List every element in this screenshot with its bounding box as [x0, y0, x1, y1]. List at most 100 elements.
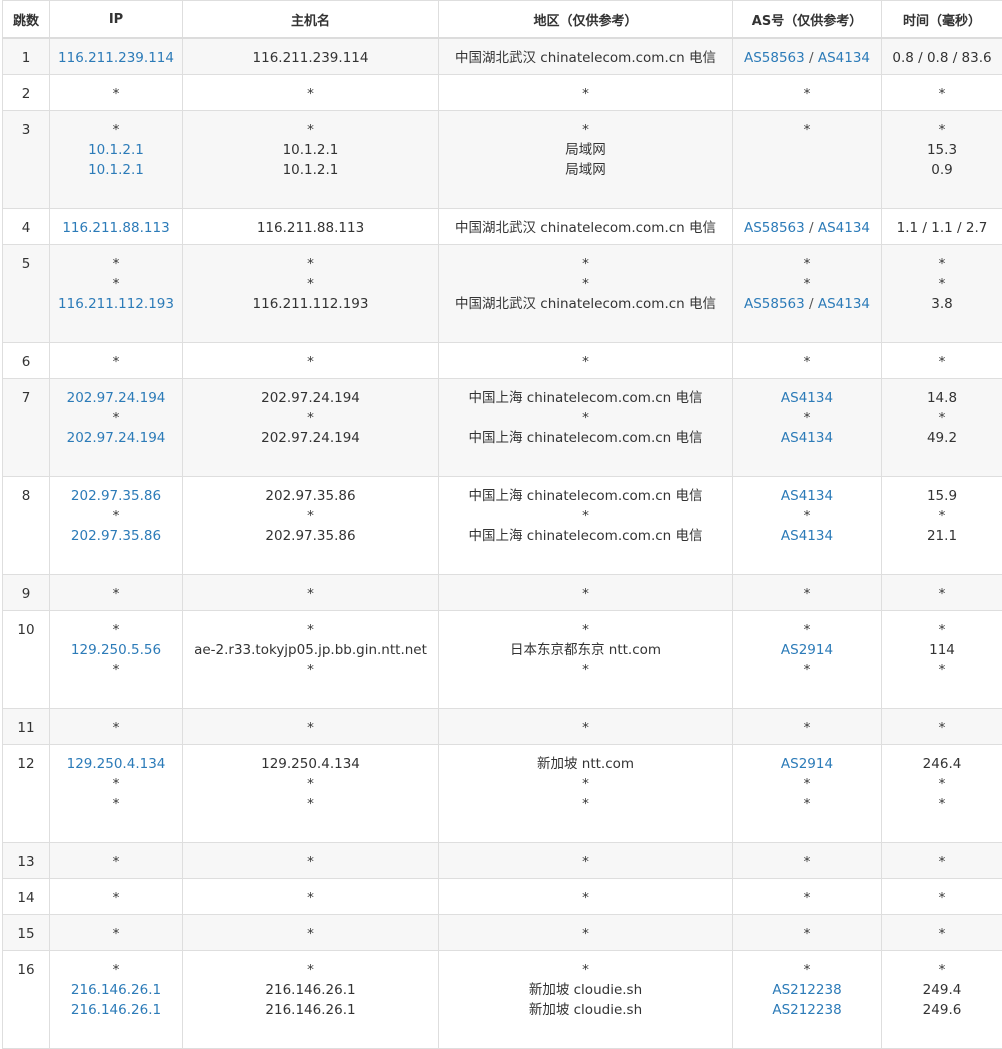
ip-link[interactable]: 216.146.26.1 — [50, 1000, 182, 1020]
asn-line: * — [733, 120, 881, 140]
time-cell: * — [882, 342, 1002, 378]
ip-link[interactable]: 129.250.4.134 — [50, 754, 182, 774]
region-cell: 中国上海 chinatelecom.com.cn 电信*中国上海 chinate… — [439, 378, 733, 476]
asn-link[interactable]: AS4134 — [818, 50, 870, 66]
ip-link[interactable]: 202.97.24.194 — [50, 388, 182, 408]
asn-text: * — [804, 354, 811, 370]
asn-link[interactable]: AS4134 — [781, 488, 833, 504]
asn-line: AS4134 — [733, 388, 881, 408]
table-row: 3*10.1.2.110.1.2.1*10.1.2.110.1.2.1*局域网局… — [3, 110, 1002, 208]
asn-link[interactable]: AS2914 — [781, 756, 833, 772]
asn-line: * — [733, 506, 881, 526]
hostname-cell: * — [183, 878, 439, 914]
asn-cell: AS4134 * AS4134 — [733, 476, 882, 574]
table-row: 5**116.211.112.193**116.211.112.193**中国湖… — [3, 244, 1002, 342]
asn-line: AS58563 / AS4134 — [733, 48, 881, 68]
table-row: 7202.97.24.194*202.97.24.194202.97.24.19… — [3, 378, 1002, 476]
time-value: 15.9 — [882, 486, 1002, 506]
asn-link[interactable]: AS4134 — [818, 296, 870, 312]
hostname: * — [183, 274, 438, 294]
asn-line: * — [733, 660, 881, 680]
ip-link[interactable]: 202.97.35.86 — [50, 486, 182, 506]
ip-address: * — [50, 584, 182, 604]
time-value: * — [882, 620, 1002, 640]
asn-text: * — [804, 854, 811, 870]
hostname: * — [183, 660, 438, 680]
ip-address: * — [50, 924, 182, 944]
ip-address: * — [50, 620, 182, 640]
asn-link[interactable]: AS2914 — [781, 642, 833, 658]
ip-link[interactable]: 116.211.88.113 — [50, 218, 182, 238]
table-row: 2***** — [3, 74, 1002, 110]
ip-link[interactable]: 202.97.35.86 — [50, 526, 182, 546]
ip-address: * — [50, 274, 182, 294]
asn-cell: * — [733, 708, 882, 744]
region-text: * — [439, 852, 732, 872]
ip-link[interactable]: 129.250.5.56 — [50, 640, 182, 660]
hop-cell: 3 — [3, 110, 50, 208]
hop-number: 15 — [3, 924, 49, 944]
region-text: 日本东京都东京 ntt.com — [439, 640, 732, 660]
hostname-cell: 116.211.88.113 — [183, 208, 439, 244]
ip-link[interactable]: 216.146.26.1 — [50, 980, 182, 1000]
hostname: 202.97.24.194 — [183, 428, 438, 448]
ip-link[interactable]: 116.211.239.114 — [50, 48, 182, 68]
ip-link[interactable]: 116.211.112.193 — [50, 294, 182, 314]
asn-link[interactable]: AS58563 — [744, 50, 805, 66]
hop-cell: 13 — [3, 842, 50, 878]
header-asn: AS号（仅供参考） — [733, 1, 882, 39]
asn-line: * — [733, 352, 881, 372]
asn-link[interactable]: AS4134 — [781, 528, 833, 544]
table-row: 8202.97.35.86*202.97.35.86202.97.35.86*2… — [3, 476, 1002, 574]
ip-link[interactable]: 10.1.2.1 — [50, 160, 182, 180]
time-value: * — [882, 660, 1002, 680]
asn-line: AS212238 — [733, 980, 881, 1000]
asn-link[interactable]: AS58563 — [744, 296, 805, 312]
time-value: * — [882, 120, 1002, 140]
hostname: 116.211.88.113 — [183, 218, 438, 238]
hostname: 10.1.2.1 — [183, 140, 438, 160]
asn-link[interactable]: AS212238 — [772, 1002, 841, 1018]
asn-text: * — [804, 276, 811, 292]
table-row: 14***** — [3, 878, 1002, 914]
asn-line: AS212238 — [733, 1000, 881, 1020]
hostname: * — [183, 352, 438, 372]
asn-link[interactable]: AS212238 — [772, 982, 841, 998]
ip-address: * — [50, 774, 182, 794]
time-value: 0.8 / 0.8 / 83.6 — [882, 48, 1002, 68]
hostname: 129.250.4.134 — [183, 754, 438, 774]
asn-cell: *AS2914* — [733, 610, 882, 708]
time-cell: * — [882, 574, 1002, 610]
time-value: * — [882, 852, 1002, 872]
asn-link[interactable]: AS58563 — [744, 220, 805, 236]
hostname-cell: 129.250.4.134** — [183, 744, 439, 842]
ip-cell: 202.97.35.86*202.97.35.86 — [50, 476, 183, 574]
asn-cell: * — [733, 110, 882, 208]
asn-line: AS4134 — [733, 486, 881, 506]
asn-cell: * — [733, 342, 882, 378]
asn-link[interactable]: AS4134 — [818, 220, 870, 236]
asn-text: * — [804, 926, 811, 942]
ip-link[interactable]: 202.97.24.194 — [50, 428, 182, 448]
ip-link[interactable]: 10.1.2.1 — [50, 140, 182, 160]
time-cell: 15.9*21.1 — [882, 476, 1002, 574]
asn-line: AS4134 — [733, 428, 881, 448]
ip-cell: * — [50, 342, 183, 378]
ip-cell: 116.211.239.114 — [50, 38, 183, 74]
asn-link[interactable]: AS4134 — [781, 390, 833, 406]
hostname: 216.146.26.1 — [183, 980, 438, 1000]
region-cell: * — [439, 914, 733, 950]
ip-address: * — [50, 888, 182, 908]
ip-address: * — [50, 794, 182, 814]
hostname: * — [183, 620, 438, 640]
region-text: * — [439, 506, 732, 526]
table-header: 跳数 IP 主机名 地区（仅供参考） AS号（仅供参考） 时间（毫秒） — [3, 1, 1002, 39]
time-value: * — [882, 960, 1002, 980]
ip-address: * — [50, 852, 182, 872]
hostname-cell: *216.146.26.1216.146.26.1 — [183, 950, 439, 1048]
ip-cell: * — [50, 74, 183, 110]
table-row: 1116.211.239.114116.211.239.114中国湖北武汉 ch… — [3, 38, 1002, 74]
asn-link[interactable]: AS4134 — [781, 430, 833, 446]
hostname-cell: * — [183, 74, 439, 110]
region-text: * — [439, 352, 732, 372]
